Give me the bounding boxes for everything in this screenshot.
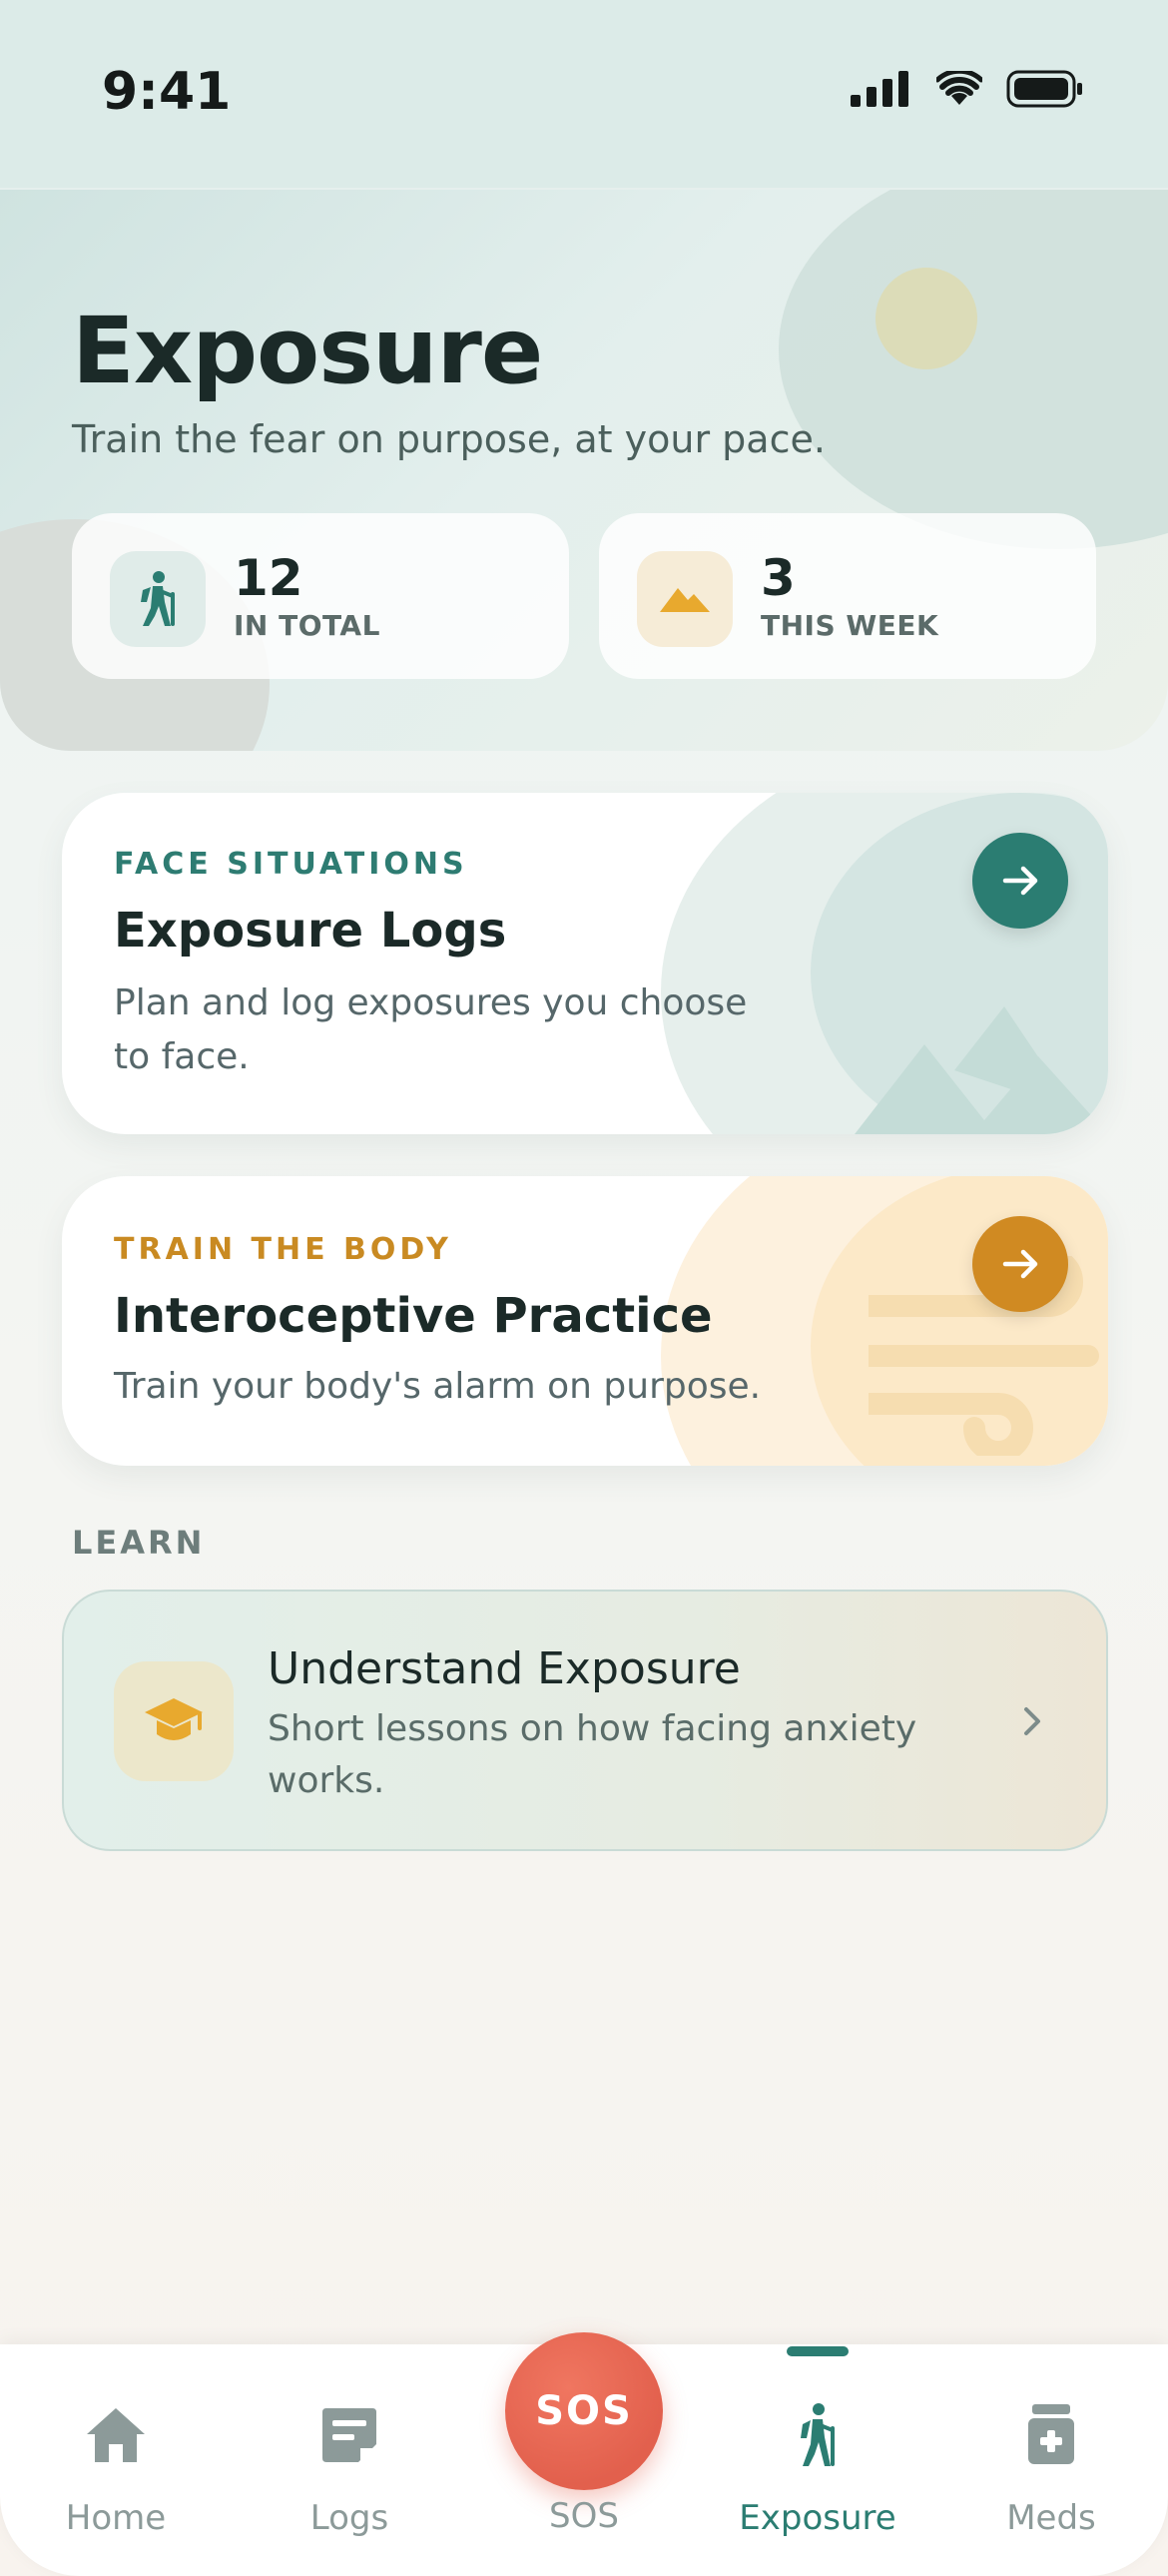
home-icon [87, 2408, 145, 2462]
card-description: Train your body's alarm on purpose. [114, 1366, 762, 1407]
stat-value-total: 12 [234, 549, 303, 607]
stat-card-week: 3 THIS WEEK [599, 513, 1096, 679]
graduation-cap-icon [114, 1661, 234, 1781]
arrow-right-button[interactable] [972, 1216, 1068, 1312]
status-bar: 9:41 [0, 0, 1168, 190]
sun-decoration [876, 268, 977, 369]
nav-label-logs: Logs [309, 2498, 389, 2538]
card-title: Interoceptive Practice [114, 1288, 713, 1344]
nav-label-sos: SOS [549, 2496, 619, 2536]
card-eyebrow: FACE SITUATIONS [114, 847, 468, 882]
wifi-icon [936, 71, 982, 105]
hero-header: Exposure Train the fear on purpose, at y… [0, 190, 1168, 751]
arrow-right-button[interactable] [972, 833, 1068, 929]
medicine-bottle-icon [1028, 2404, 1074, 2464]
mountain-icon [637, 551, 733, 647]
cellular-signal-icon [851, 71, 908, 107]
nav-item-logs[interactable]: Logs [250, 2400, 449, 2538]
hero-decoration [779, 190, 1168, 549]
nav-label-meds: Meds [1006, 2498, 1096, 2538]
status-time: 9:41 [102, 62, 232, 122]
nav-label-home: Home [65, 2498, 167, 2538]
stat-label-total: IN TOTAL [234, 609, 380, 642]
card-description: Plan and log exposures you choose to fac… [114, 982, 748, 1077]
nav-label-exposure: Exposure [739, 2498, 896, 2538]
section-label-learn: LEARN [72, 1524, 206, 1562]
mountains-illustration [855, 1006, 1108, 1134]
arrow-right-icon [1002, 866, 1038, 896]
nav-item-exposure[interactable]: Exposure [718, 2400, 917, 2538]
interoceptive-practice-card[interactable]: TRAIN THE BODY Interoceptive Practice Tr… [62, 1176, 1108, 1466]
sos-button-text: SOS [535, 2388, 633, 2434]
stat-label-week: THIS WEEK [761, 609, 939, 642]
understand-exposure-card[interactable]: Understand Exposure Short lessons on how… [62, 1590, 1108, 1851]
arrow-right-icon [1002, 1249, 1038, 1279]
exposure-logs-card[interactable]: FACE SITUATIONS Exposure Logs Plan and l… [62, 793, 1108, 1134]
nav-item-home[interactable]: Home [16, 2400, 216, 2538]
battery-icon [1006, 70, 1082, 108]
card-title: Exposure Logs [114, 903, 507, 959]
stat-card-total: 12 IN TOTAL [72, 513, 569, 679]
sos-button[interactable]: SOS [505, 2332, 663, 2490]
page-subtitle: Train the fear on purpose, at your pace. [72, 417, 826, 461]
status-icons [851, 70, 1084, 108]
hiking-icon [110, 551, 206, 647]
nav-active-indicator [787, 2346, 849, 2356]
logs-icon [322, 2408, 376, 2462]
learn-description: Short lessons on how facing anxiety work… [268, 1708, 917, 1801]
chevron-right-icon [1024, 1707, 1040, 1735]
nav-item-meds[interactable]: Meds [951, 2400, 1151, 2538]
stat-value-week: 3 [761, 549, 796, 607]
learn-title: Understand Exposure [268, 1643, 741, 1694]
hiking-icon [801, 2403, 835, 2466]
page-title: Exposure [72, 298, 543, 404]
card-eyebrow: TRAIN THE BODY [114, 1232, 452, 1267]
